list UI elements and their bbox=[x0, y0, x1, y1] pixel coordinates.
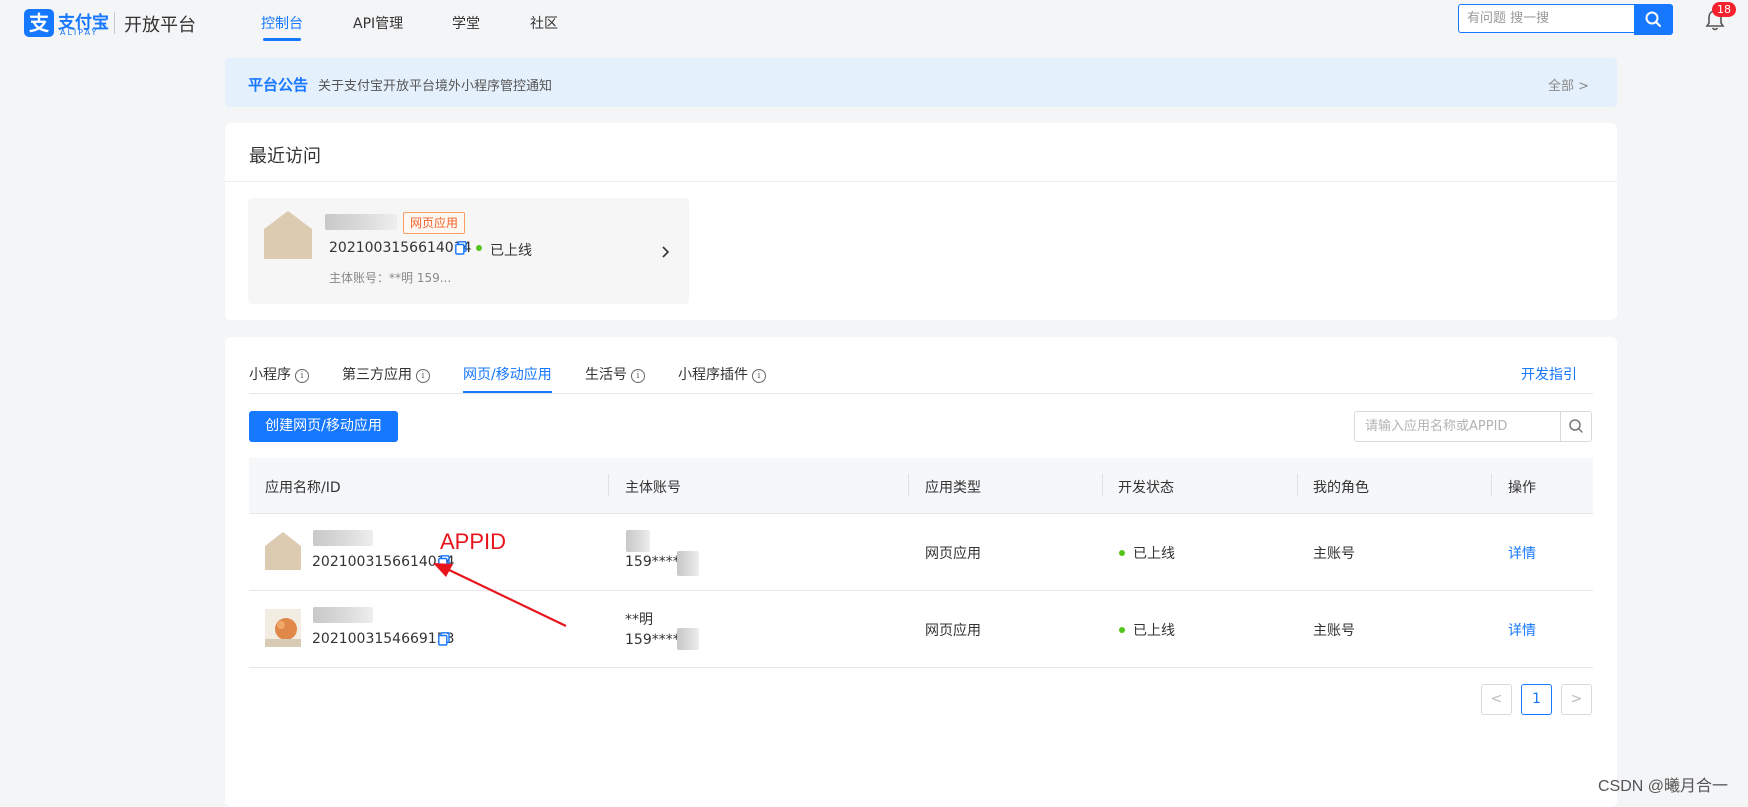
search-icon bbox=[1645, 11, 1661, 27]
dev-guide-link[interactable]: 开发指引 bbox=[1521, 364, 1577, 384]
info-icon[interactable]: i bbox=[416, 369, 430, 383]
tab-label: 小程序 bbox=[249, 367, 291, 383]
app-id: 2021003154669153 bbox=[312, 631, 455, 647]
column-header-status: 开发状态 bbox=[1118, 480, 1174, 496]
tab-miniprogram[interactable]: 小程序 i bbox=[249, 364, 309, 384]
status-dot bbox=[1119, 627, 1125, 633]
column-header-name-id: 应用名称/ID bbox=[265, 480, 341, 496]
recent-subject-account: 主体账号：**明 159... bbox=[329, 271, 452, 285]
my-role: 主账号 bbox=[1313, 623, 1355, 639]
tab-label: 第三方应用 bbox=[342, 367, 412, 383]
details-link[interactable]: 详情 bbox=[1508, 543, 1536, 563]
logo-english-text: ALIPAY bbox=[60, 28, 99, 37]
app-status: 已上线 bbox=[1133, 546, 1175, 562]
info-icon[interactable]: i bbox=[752, 369, 766, 383]
info-icon[interactable]: i bbox=[631, 369, 645, 383]
column-header-action: 操作 bbox=[1508, 480, 1536, 496]
pagination-page-1[interactable]: 1 bbox=[1521, 684, 1552, 715]
create-web-app-button[interactable]: 创建网页/移动应用 bbox=[249, 411, 398, 442]
phone-redacted bbox=[677, 551, 699, 576]
tab-life-account[interactable]: 生活号 i bbox=[585, 364, 645, 384]
app-name-redacted bbox=[313, 530, 373, 546]
search-icon bbox=[1569, 419, 1583, 433]
chevron-right-icon[interactable] bbox=[660, 244, 672, 260]
notification-badge: 18 bbox=[1712, 2, 1736, 17]
recent-status: 已上线 bbox=[490, 243, 532, 259]
app-type: 网页应用 bbox=[925, 546, 981, 562]
header-search-button[interactable] bbox=[1634, 4, 1673, 35]
info-icon[interactable]: i bbox=[295, 369, 309, 383]
column-header-account: 主体账号 bbox=[625, 480, 681, 496]
tabs-divider bbox=[249, 393, 1593, 394]
tab-third-party-app[interactable]: 第三方应用 i bbox=[342, 364, 430, 384]
pagination-prev-button[interactable]: < bbox=[1481, 684, 1512, 715]
top-navigation-bar: 支 支付宝 ALIPAY 开放平台 控制台 API管理 学堂 社区 18 bbox=[0, 0, 1748, 44]
copy-icon[interactable] bbox=[438, 632, 450, 646]
tab-label: 小程序插件 bbox=[678, 367, 748, 383]
nav-community[interactable]: 社区 bbox=[530, 13, 558, 33]
tab-web-mobile-app[interactable]: 网页/移动应用 bbox=[463, 364, 552, 384]
tab-label: 生活号 bbox=[585, 367, 627, 383]
pagination-next-button[interactable]: > bbox=[1561, 684, 1592, 715]
column-divider bbox=[1297, 474, 1298, 496]
details-link[interactable]: 详情 bbox=[1508, 620, 1536, 640]
app-search-button[interactable] bbox=[1560, 411, 1592, 442]
column-divider bbox=[908, 474, 909, 496]
alipay-logo-icon[interactable]: 支 bbox=[24, 9, 54, 37]
app-name-redacted bbox=[313, 607, 373, 623]
nav-console[interactable]: 控制台 bbox=[261, 13, 303, 33]
copy-icon[interactable] bbox=[455, 241, 467, 255]
column-header-role: 我的角色 bbox=[1313, 480, 1369, 496]
nav-api-management[interactable]: API管理 bbox=[353, 13, 403, 33]
app-avatar-icon bbox=[265, 609, 301, 647]
platform-title: 开放平台 bbox=[124, 15, 196, 36]
row-divider bbox=[249, 667, 1593, 668]
app-status: 已上线 bbox=[1133, 623, 1175, 639]
announcement-link[interactable]: 关于支付宝开放平台境外小程序管控通知 bbox=[318, 75, 552, 94]
phone-redacted bbox=[677, 628, 699, 650]
column-divider bbox=[608, 474, 609, 496]
status-dot bbox=[1119, 550, 1125, 556]
app-name-redacted bbox=[325, 214, 397, 230]
my-role: 主账号 bbox=[1313, 546, 1355, 562]
column-divider bbox=[1102, 474, 1103, 496]
tab-label: 网页/移动应用 bbox=[463, 367, 552, 383]
app-type: 网页应用 bbox=[925, 623, 981, 639]
header-search-input[interactable] bbox=[1458, 4, 1634, 33]
table-header bbox=[249, 458, 1593, 513]
column-divider bbox=[1491, 474, 1492, 496]
announcement-label: 平台公告 bbox=[248, 76, 309, 94]
annotation-arrow-icon bbox=[433, 563, 567, 627]
recent-visits-title: 最近访问 bbox=[249, 146, 321, 167]
app-search-input[interactable] bbox=[1354, 411, 1561, 442]
account-name: **明 bbox=[625, 612, 653, 628]
nav-active-indicator bbox=[263, 38, 301, 41]
account-name-redacted bbox=[626, 530, 650, 552]
nav-academy[interactable]: 学堂 bbox=[452, 13, 480, 33]
watermark: CSDN @曦月合一 bbox=[1598, 778, 1729, 795]
app-avatar-icon bbox=[264, 211, 312, 259]
status-dot bbox=[476, 245, 482, 251]
logo-divider bbox=[114, 12, 115, 34]
column-header-type: 应用类型 bbox=[925, 480, 981, 496]
recent-appid: 2021003156614014 bbox=[329, 240, 472, 256]
app-type-tag: 网页应用 bbox=[403, 212, 466, 234]
annotation-appid-label: APPID bbox=[440, 529, 507, 554]
app-avatar-icon bbox=[265, 532, 301, 570]
tab-miniprogram-plugin[interactable]: 小程序插件 i bbox=[678, 364, 766, 384]
announcement-more-link[interactable]: 全部 > bbox=[1548, 75, 1589, 94]
recent-divider bbox=[225, 181, 1617, 182]
